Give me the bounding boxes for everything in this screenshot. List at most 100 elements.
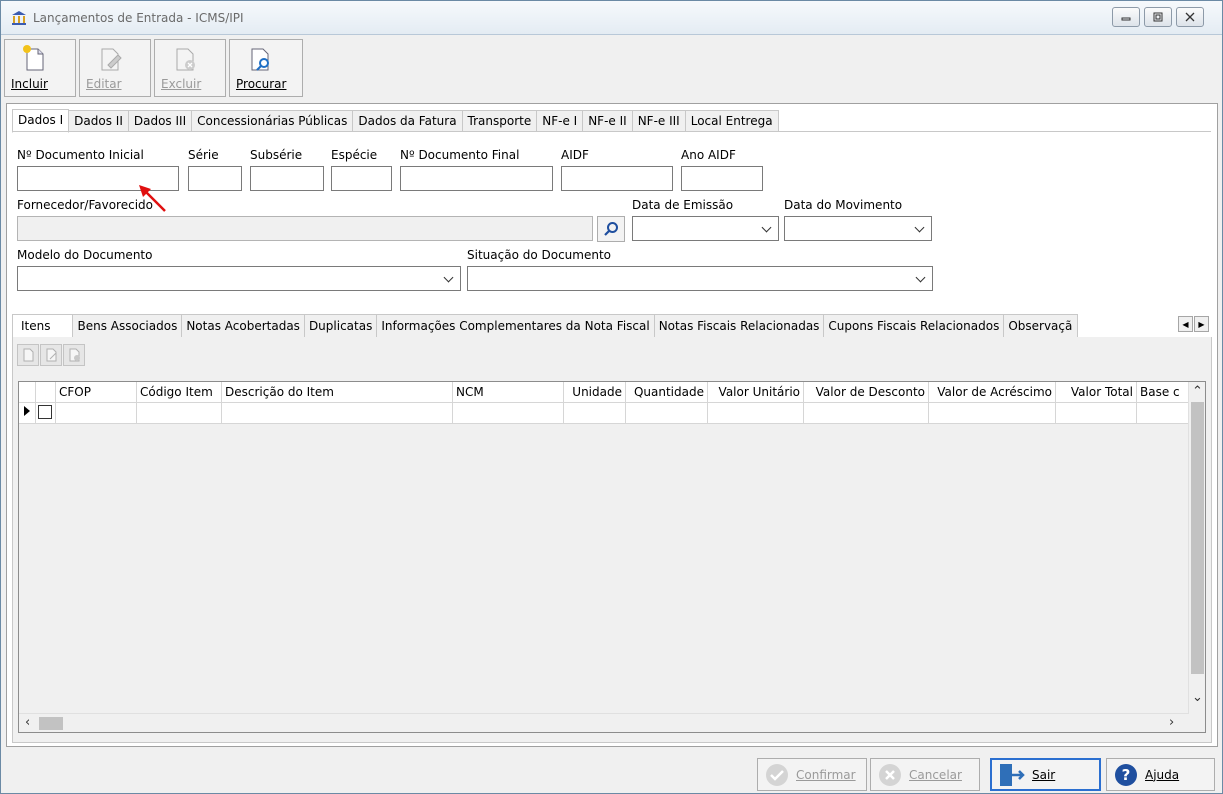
nro-doc-final-label: Nº Documento Final [400,148,520,162]
tab-nfe-iii[interactable]: NF-e III [632,110,686,132]
procurar-button[interactable]: Procurar [229,39,303,97]
help-icon: ? [1115,763,1137,786]
tab-transporte[interactable]: Transporte [462,110,538,132]
cell-valor-acrescimo[interactable] [929,403,1056,424]
col-valor-desconto[interactable]: Valor de Desconto [804,382,929,403]
tab-observacoes[interactable]: Observaçã [1004,314,1079,338]
incluir-button[interactable]: Incluir [4,39,76,97]
col-unidade[interactable]: Unidade [564,382,626,403]
chevron-left-icon[interactable]: ‹ [25,715,30,730]
tab-dados-iii[interactable]: Dados III [128,110,193,132]
cell-valor-unitario[interactable] [708,403,804,424]
cell-codigo-item[interactable] [137,403,222,424]
svg-text:?: ? [1122,766,1131,784]
col-valor-acrescimo[interactable]: Valor de Acréscimo [929,382,1056,403]
itens-grid: CFOP Código Item Descrição do Item NCM U… [18,381,1206,733]
minimize-icon [1121,17,1131,21]
tab-scroll-left-button[interactable]: ◀ [1178,316,1193,332]
cell-descricao-item[interactable] [222,403,453,424]
checkbox-header [36,382,56,403]
aidf-input[interactable] [561,166,673,191]
ajuda-label: Ajuda [1145,767,1180,782]
col-codigo-item[interactable]: Código Item [137,382,222,403]
subserie-input[interactable] [250,166,324,191]
close-button[interactable] [1176,7,1204,27]
col-ncm[interactable]: NCM [453,382,564,403]
cancelar-label: Cancelar [909,767,962,782]
top-tab-strip: Dados I Dados II Dados III Concessionári… [12,109,779,133]
fornecedor-input [17,216,593,241]
cell-valor-total[interactable] [1056,403,1137,424]
col-base[interactable]: Base c [1137,382,1189,403]
tab-dados-fatura[interactable]: Dados da Fatura [353,110,463,132]
row-indicator [19,403,36,424]
chevron-down-icon[interactable]: ⌄ [1192,690,1203,705]
table-row[interactable] [19,403,1189,424]
col-cfop[interactable]: CFOP [56,382,137,403]
row-checkbox[interactable] [38,405,52,419]
tab-notas-fiscais-relacionadas[interactable]: Notas Fiscais Relacionadas [654,314,825,338]
cell-base[interactable] [1137,403,1189,424]
edit-item-button[interactable] [40,344,62,366]
serie-input[interactable] [188,166,242,191]
cell-valor-desconto[interactable] [804,403,929,424]
delete-item-button[interactable] [63,344,85,366]
situacao-documento-select[interactable] [467,266,933,291]
tab-nfe-i[interactable]: NF-e I [537,110,584,132]
tab-itens[interactable]: Itens [12,314,74,338]
data-emissao-select[interactable] [632,216,779,241]
col-valor-total[interactable]: Valor Total [1056,382,1137,403]
editar-button[interactable]: Editar [79,39,151,97]
editar-label: Editar [86,77,122,91]
itens-panel: CFOP Código Item Descrição do Item NCM U… [12,337,1212,743]
tab-notas-acobertadas[interactable]: Notas Acobertadas [182,314,305,338]
tab-scroll-right-button[interactable]: ▶ [1194,316,1209,332]
chevron-right-icon[interactable]: › [1169,715,1174,730]
bottom-tab-strip: Itens Bens Associados Notas Acobertadas … [12,314,1079,338]
fornecedor-search-button[interactable] [597,216,625,242]
modelo-documento-select[interactable] [17,266,461,291]
cell-cfop[interactable] [56,403,137,424]
sair-button[interactable]: Sair [990,758,1101,791]
new-document-icon [23,45,44,71]
cell-quantidade[interactable] [626,403,708,424]
close-icon [1185,12,1195,22]
grid-vertical-scrollbar[interactable]: ⌃ ⌄ [1188,382,1205,714]
toolbar: Incluir Editar Excluir Procurar [4,39,303,99]
col-valor-unitario[interactable]: Valor Unitário [708,382,804,403]
cancelar-button[interactable]: Cancelar [870,758,980,791]
tab-duplicatas[interactable]: Duplicatas [304,314,378,338]
chevron-up-icon[interactable]: ⌃ [1192,384,1203,399]
restore-button[interactable] [1144,7,1172,27]
nro-doc-final-input[interactable] [400,166,553,191]
col-quantidade[interactable]: Quantidade [626,382,708,403]
ano-aidf-label: Ano AIDF [681,148,736,162]
tab-local-entrega[interactable]: Local Entrega [685,110,779,132]
tab-dados-i[interactable]: Dados I [12,109,70,133]
excluir-button[interactable]: Excluir [154,39,226,97]
tab-nfe-ii[interactable]: NF-e II [583,110,633,132]
tab-bens-associados[interactable]: Bens Associados [73,314,183,338]
tab-dados-ii[interactable]: Dados II [69,110,129,132]
chevron-left-icon: ◀ [1182,319,1189,329]
current-row-icon [24,406,30,416]
procurar-label: Procurar [236,77,287,91]
tab-concessionarias[interactable]: Concessionárias Públicas [192,110,354,132]
vertical-scroll-thumb[interactable] [1191,402,1204,674]
tab-cupons-fiscais[interactable]: Cupons Fiscais Relacionados [824,314,1005,338]
especie-input[interactable] [331,166,392,191]
tab-info-complementares[interactable]: Informações Complementares da Nota Fisca… [377,314,655,338]
ajuda-button[interactable]: ? Ajuda [1106,758,1215,791]
grid-horizontal-scrollbar[interactable]: ‹ › [19,713,1189,732]
minimize-button[interactable] [1112,7,1140,27]
chevron-right-icon: ▶ [1198,319,1205,329]
col-descricao-item[interactable]: Descrição do Item [222,382,453,403]
add-item-button[interactable] [17,344,39,366]
cell-unidade[interactable] [564,403,626,424]
confirmar-button[interactable]: Confirmar [757,758,867,791]
data-movimento-select[interactable] [784,216,932,241]
delete-document-icon [176,48,195,71]
horizontal-scroll-thumb[interactable] [39,717,63,730]
ano-aidf-input[interactable] [681,166,763,191]
cell-ncm[interactable] [453,403,564,424]
